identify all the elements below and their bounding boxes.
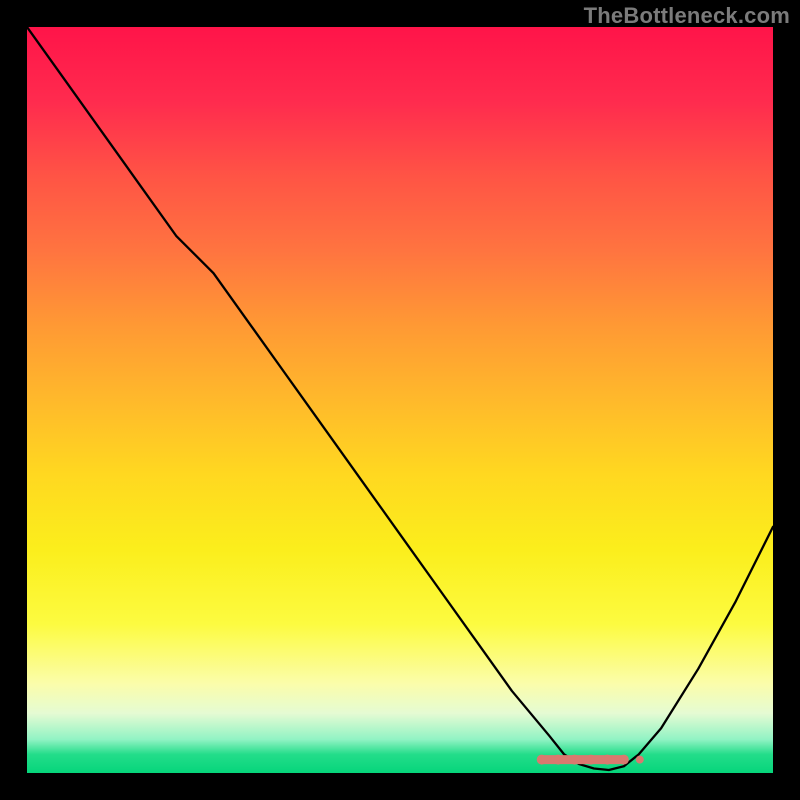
optimal-marker [27,27,773,773]
figure-root: TheBottleneck.com [0,0,800,800]
watermark-text: TheBottleneck.com [584,3,790,29]
plot-area [27,27,773,773]
